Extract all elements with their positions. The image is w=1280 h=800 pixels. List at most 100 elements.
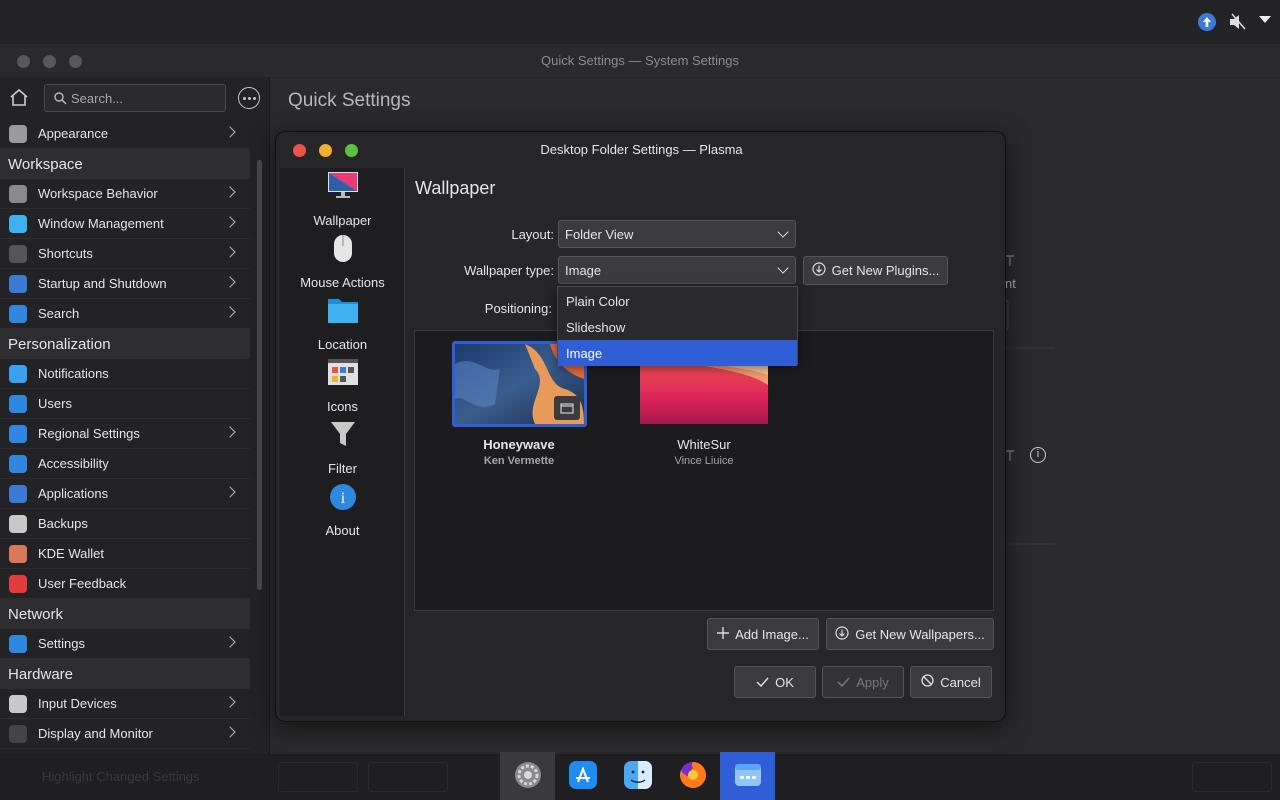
- dock-item[interactable]: [500, 752, 555, 800]
- defaults-button[interactable]: [278, 762, 358, 792]
- get-new-wallpapers-button[interactable]: Get New Wallpapers...: [826, 618, 994, 650]
- page-title: Quick Settings: [288, 90, 411, 111]
- search-box[interactable]: [44, 84, 226, 112]
- update-arrow-icon[interactable]: [1198, 13, 1216, 31]
- category-label: Wallpaper: [313, 213, 372, 228]
- ok-button[interactable]: OK: [734, 666, 816, 698]
- dock-item[interactable]: [555, 752, 610, 800]
- sidebar-item-display-and-monitor[interactable]: Display and Monitor: [0, 719, 250, 749]
- speaker-muted-icon[interactable]: [1228, 13, 1248, 31]
- search-input[interactable]: [71, 89, 221, 107]
- network-settings-icon: [9, 635, 27, 653]
- sidebar-item-settings[interactable]: Settings: [0, 629, 250, 659]
- highlight-changed-settings[interactable]: Highlight Changed Settings: [42, 769, 200, 784]
- chevron-right-icon: [224, 636, 236, 648]
- wallpaper-thumbnail-whitesur[interactable]: [640, 365, 768, 424]
- backups-icon: [9, 515, 27, 533]
- dialog-category-sidebar: Wallpaper Mouse Actions Location Icons F…: [280, 168, 405, 716]
- add-image-button[interactable]: Add Image...: [707, 618, 819, 650]
- category-filter[interactable]: Filter: [280, 420, 405, 480]
- sidebar-item-search[interactable]: Search: [0, 299, 250, 329]
- sidebar-item-label: Workspace Behavior: [38, 186, 158, 201]
- cancel-button[interactable]: Cancel: [910, 666, 992, 698]
- command-key-icon: [9, 245, 27, 263]
- mouse-icon: [332, 234, 354, 267]
- desktop-folder-settings-dialog: Desktop Folder Settings — Plasma Wallpap…: [275, 131, 1006, 722]
- sidebar-item-accessibility[interactable]: Accessibility: [0, 449, 250, 479]
- user-icon: [9, 395, 27, 413]
- wallpaper-grid: Honeywave Ken Vermette WhiteSur Vince Li…: [414, 330, 994, 611]
- chevron-right-icon: [224, 696, 236, 708]
- sidebar-item-appearance[interactable]: Appearance: [0, 119, 250, 149]
- sidebar-item-users[interactable]: Users: [0, 389, 250, 419]
- chevron-down-icon[interactable]: [1258, 13, 1272, 27]
- sidebar-item-shortcuts[interactable]: Shortcuts: [0, 239, 250, 269]
- checkmark-icon: [837, 675, 850, 690]
- truncated-label: nt: [1005, 276, 1016, 291]
- checkmark-icon: [756, 675, 769, 690]
- sidebar-item-startup-and-shutdown[interactable]: Startup and Shutdown: [0, 269, 250, 299]
- category-about[interactable]: i About: [280, 482, 405, 542]
- download-icon: [835, 625, 849, 643]
- category-location[interactable]: Location: [280, 296, 405, 356]
- wallpaper-name: Honeywave: [483, 437, 555, 452]
- sidebar-item-applications[interactable]: Applications: [0, 479, 250, 509]
- get-new-plugins-button[interactable]: Get New Plugins...: [803, 256, 948, 285]
- dock-item[interactable]: [610, 752, 665, 800]
- svg-text:i: i: [340, 490, 345, 507]
- sidebar-item-backups[interactable]: Backups: [0, 509, 250, 539]
- info-icon[interactable]: i: [1030, 447, 1046, 463]
- plus-icon: [717, 626, 730, 642]
- chevron-down-icon: [777, 262, 789, 274]
- more-options-icon[interactable]: [238, 87, 260, 109]
- sidebar-item-label: Accessibility: [38, 456, 109, 471]
- sidebar-item-label: Notifications: [38, 366, 109, 381]
- category-mouse-actions[interactable]: Mouse Actions: [280, 234, 405, 294]
- category-wallpaper[interactable]: Wallpaper: [280, 172, 405, 232]
- option-image[interactable]: Image: [558, 340, 797, 366]
- wallpaper-type-combobox[interactable]: Image: [558, 256, 796, 284]
- wallpaper-heading: Wallpaper: [415, 178, 496, 198]
- wallpaper-type-value: Image: [565, 263, 602, 278]
- chevron-right-icon: [224, 126, 236, 138]
- wallpaper-name: WhiteSur: [677, 437, 731, 452]
- sidebar-item-regional-settings[interactable]: Regional Settings: [0, 419, 250, 449]
- apply-label: Apply: [856, 674, 889, 690]
- appearance-icon: [9, 125, 27, 143]
- sidebar-item-kde-wallet[interactable]: KDE Wallet: [0, 539, 250, 569]
- sidebar-item-user-feedback[interactable]: User Feedback: [0, 569, 250, 599]
- layout-value: Folder View: [565, 227, 634, 242]
- sidebar-item-window-management[interactable]: Window Management: [0, 209, 250, 239]
- dialog-title: Desktop Folder Settings — Plasma: [540, 142, 743, 157]
- sidebar-scrollbar[interactable]: [257, 160, 262, 590]
- option-slideshow[interactable]: Slideshow: [558, 314, 797, 340]
- applications-icon: [9, 485, 27, 503]
- chevron-right-icon: [224, 426, 236, 438]
- sidebar-item-input-devices[interactable]: Input Devices: [0, 689, 250, 719]
- background-content: nt i: [994, 44, 1280, 754]
- dock-item[interactable]: [665, 752, 720, 800]
- wallpaper-author: Vince Liuice: [674, 455, 734, 467]
- ok-label: OK: [775, 674, 794, 690]
- sidebar-item-workspace-behavior[interactable]: Workspace Behavior: [0, 179, 250, 209]
- reset-button[interactable]: [368, 762, 448, 792]
- sidebar-item-label: Applications: [38, 486, 109, 501]
- chevron-right-icon: [224, 216, 236, 228]
- sidebar-item-label: Users: [38, 396, 72, 411]
- category-icons[interactable]: Icons: [280, 358, 405, 418]
- home-icon[interactable]: [8, 86, 30, 108]
- folder-icon: [327, 296, 359, 327]
- sidebar-section-header: Workspace: [0, 149, 250, 179]
- sidebar-item-label: Search: [38, 306, 80, 321]
- dock-item[interactable]: [720, 752, 775, 800]
- apply-settings-button[interactable]: [1192, 762, 1272, 792]
- open-folder-icon[interactable]: [554, 396, 580, 420]
- option-plain-color[interactable]: Plain Color: [558, 288, 797, 314]
- apply-button[interactable]: Apply: [822, 666, 904, 698]
- sidebar-item-label: Display and Monitor: [38, 726, 153, 741]
- sidebar-item-notifications[interactable]: Notifications: [0, 359, 250, 389]
- layout-combobox[interactable]: Folder View: [558, 220, 796, 248]
- sidebar-item-label: KDE Wallet: [38, 546, 104, 561]
- sidebar-item-label: Backups: [38, 516, 88, 531]
- feedback-icon: [9, 575, 27, 593]
